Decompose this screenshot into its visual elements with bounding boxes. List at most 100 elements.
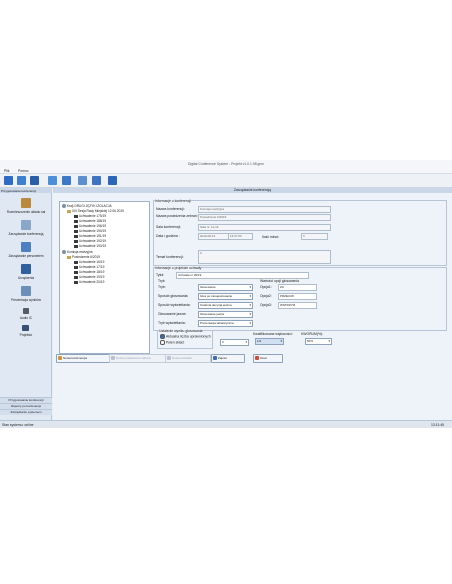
menu-help[interactable]: Pomoc: [18, 169, 29, 173]
session-name-field[interactable]: Posiedzenie 6/2019: [198, 214, 331, 221]
report-icon[interactable]: [108, 176, 117, 185]
title-bar: Digital Conference System - Projekt v1.0…: [0, 160, 452, 167]
tree-item[interactable]: Uchwalenie 192/19: [74, 239, 106, 243]
left-nav-panel: Przygotowanie konferencji Rozmieszczenie…: [0, 188, 52, 420]
resolution-title-field[interactable]: Uchwała nr 20/19: [176, 272, 309, 279]
tree-item[interactable]: Uchwalenie 175/19: [74, 214, 106, 218]
nav-item-projector[interactable]: Projektor: [0, 322, 52, 346]
display-method-select[interactable]: Ostatnia decyzja ważna: [198, 302, 253, 309]
open-vote-select[interactable]: Głosowanie jawne: [198, 311, 253, 318]
tree-item[interactable]: Uchwalenie 193/19: [74, 244, 106, 248]
document-icon: [74, 224, 78, 228]
microphone-icon: [23, 308, 29, 314]
new-session-icon: [111, 356, 115, 360]
print-icon[interactable]: [78, 176, 87, 185]
document-icon: [74, 244, 78, 248]
mode-select[interactable]: Głosowanie: [198, 284, 253, 291]
option3-field[interactable]: WSTRZYM: [278, 302, 317, 309]
globe-icon: [62, 250, 66, 255]
tree-item[interactable]: Uchwalenie 196/19: [74, 224, 106, 228]
qualified-majority-select[interactable]: 1/2: [255, 338, 284, 345]
new-conference-button[interactable]: Nowa konferencja: [56, 354, 110, 363]
radio-unchecked-icon: [160, 340, 165, 345]
voting-method-select[interactable]: Głos po zarejestrowaniu: [198, 293, 253, 300]
save-button[interactable]: Zapisz: [211, 354, 245, 363]
radio-eligible[interactable]: Aktualna liczba uprawnionych: [160, 334, 211, 339]
nav-item-devices[interactable]: Urządzenia: [0, 262, 52, 286]
projector-icon: [22, 325, 29, 331]
menu-file[interactable]: Plik: [4, 169, 9, 173]
document-icon: [74, 229, 78, 233]
status-clock: 13:11:45: [431, 423, 444, 427]
room-layout-icon: [21, 198, 31, 208]
conference-info-group: Informacje o konferencji Nazwa konferenc…: [153, 199, 447, 266]
document-icon: [74, 275, 78, 279]
conference-tree[interactable]: Kraj\ DRUGI JĘZYK IZOLACJA XIII Sesja Ra…: [59, 201, 150, 354]
document-icon: [74, 270, 78, 274]
tab-system-management[interactable]: Zarządzanie systemem: [0, 409, 52, 415]
devices-icon: [21, 264, 31, 274]
new-conference-icon: [58, 356, 62, 360]
new-icon[interactable]: [4, 176, 13, 185]
document-icon: [74, 265, 78, 269]
document-icon: [74, 214, 78, 218]
conference-name-field[interactable]: Komisja rewizyjna: [198, 206, 331, 213]
duration-field[interactable]: 0: [301, 233, 328, 240]
time-field[interactable]: 13:07:00: [228, 233, 253, 240]
main-header: Zarządzanie konferencją: [53, 188, 452, 193]
tree-item[interactable]: Uchwalenie 17/19: [74, 265, 104, 269]
app-window: Digital Conference System - Projekt v1.0…: [0, 160, 452, 428]
delete-icon: [255, 356, 259, 360]
tree-item[interactable]: Uchwalenie 190/19: [74, 229, 106, 233]
full-count-select[interactable]: 0: [220, 339, 249, 346]
delete-button[interactable]: Usuń: [253, 354, 283, 363]
staff-icon: [21, 242, 31, 252]
option1-field[interactable]: ZA: [278, 284, 317, 291]
save-icon[interactable]: [30, 176, 39, 185]
document-icon: [74, 239, 78, 243]
document-icon: [74, 219, 78, 223]
date-field[interactable]: 2019-06-12: [198, 233, 229, 240]
window-title: Digital Conference System - Projekt v1.0…: [188, 161, 264, 166]
status-text: Stan systemu: online: [2, 423, 34, 427]
nav-item-staff-management[interactable]: Zarządzanie personelem: [0, 240, 52, 264]
tree-item[interactable]: Uchwalenie 16/19: [74, 260, 104, 264]
document-icon: [74, 260, 78, 264]
status-bar: Stan systemu: online 13:11:45: [0, 420, 452, 428]
tree-item[interactable]: Uchwalenie 20/19: [74, 280, 104, 284]
option2-field[interactable]: PRZECIW: [278, 293, 317, 300]
tree-conference[interactable]: XIII Sesja Rady Miejskiej 12.06.2019: [67, 209, 124, 213]
monitor-icon[interactable]: [48, 176, 57, 185]
result-group: Ustalenie wyniku głosowania Aktualna lic…: [157, 329, 249, 349]
tree-item[interactable]: Uchwalenie 18/19: [74, 270, 104, 274]
folder-icon: [67, 255, 71, 259]
chart-icon[interactable]: [62, 176, 71, 185]
menu-bar: Plik Pomoc: [0, 167, 452, 174]
quorum-select[interactable]: 50%: [305, 338, 332, 345]
open-icon[interactable]: [17, 176, 26, 185]
document-icon: [74, 234, 78, 238]
tree-item[interactable]: Uchwalenie 19/19: [74, 275, 104, 279]
resolution-info-group: Informacje o projekcie uchwały Tytuł: Uc…: [153, 266, 447, 331]
new-resolution-button[interactable]: Nowa uchwała: [165, 354, 211, 363]
save-icon: [213, 356, 217, 360]
nav-item-conference-management[interactable]: Zarządzanie konferencją: [0, 218, 52, 242]
display-mode-select[interactable]: Prezentacja tabelaryczna: [198, 320, 253, 327]
globe-icon: [62, 204, 66, 209]
topic-field[interactable]: 0: [198, 250, 331, 264]
room-field[interactable]: Sala nr. 11-16: [198, 224, 331, 231]
new-session-button[interactable]: Nowe posiedzenie zebrań: [109, 354, 167, 363]
toolbar: [0, 174, 452, 188]
tree-session[interactable]: Posiedzenie 6/2019: [67, 255, 100, 259]
tree-item[interactable]: Uchwalenie 191/19: [74, 234, 106, 238]
new-resolution-icon: [167, 356, 171, 360]
nav-item-room-layout[interactable]: Rozmieszczenie układu sal: [0, 196, 52, 220]
results-icon: [21, 286, 31, 296]
tree-root[interactable]: Kraj\ DRUGI JĘZYK IZOLACJA: [62, 204, 112, 209]
calendar-icon[interactable]: [92, 176, 101, 185]
document-icon: [74, 280, 78, 284]
tree-item[interactable]: Uchwalenie 188/19: [74, 219, 106, 223]
radio-full[interactable]: Pełen skład:: [160, 340, 184, 345]
radio-checked-icon: [160, 334, 165, 339]
tree-conference[interactable]: Komisja rewizyjna: [62, 250, 93, 255]
